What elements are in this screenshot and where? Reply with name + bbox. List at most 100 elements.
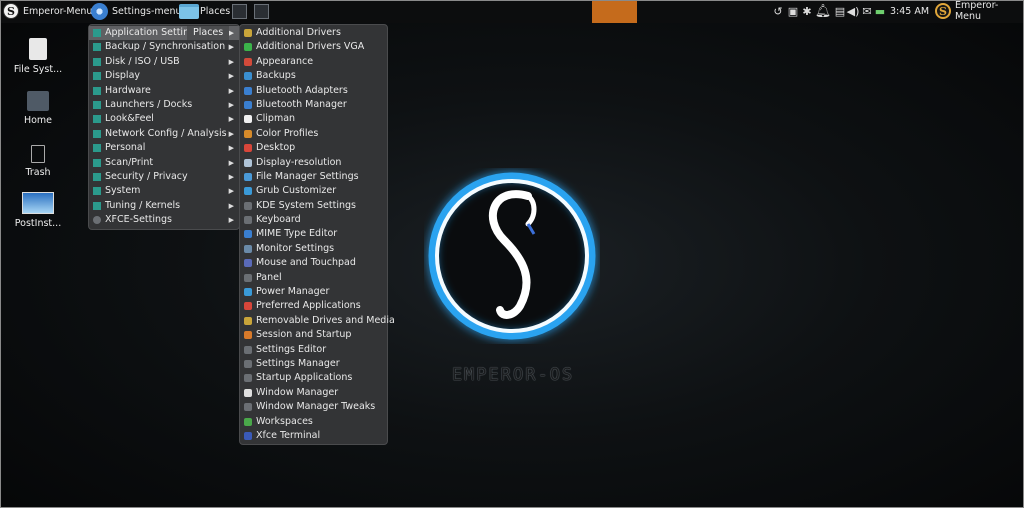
app-settings-item[interactable]: Preferred Applications (240, 299, 387, 313)
places-folder-icon (179, 3, 199, 19)
updater-icon[interactable]: ↺ (772, 4, 784, 18)
settings-menu-item[interactable]: Scan/Print ▶ (89, 156, 239, 170)
app-settings-item[interactable]: Grub Customizer (240, 184, 387, 198)
app-icon (244, 359, 252, 368)
settings-menu-item[interactable]: XFCE-Settings ▶ (89, 213, 239, 227)
app-settings-item[interactable]: Additional Drivers VGA (240, 40, 387, 54)
emperor-menu-button[interactable]: S Emperor-Menu (3, 0, 92, 22)
desktop-icon-postinstall[interactable]: PostInst... (10, 192, 66, 229)
app-icon (244, 158, 252, 167)
desktop-icon-label: Trash (25, 167, 51, 178)
settings-menu-item[interactable]: Look&Feel ▶ (89, 112, 239, 126)
app-settings-item-label: File Manager Settings (256, 170, 359, 182)
folder-icon (93, 43, 101, 52)
app-settings-item-label: Settings Editor (256, 343, 327, 355)
app-icon (244, 230, 252, 239)
app-settings-item-label: Keyboard (256, 214, 301, 226)
settings-menu-item[interactable]: Network Config / Analysis ▶ (89, 127, 239, 141)
network-icon[interactable]: ▣ (786, 4, 800, 18)
active-task-button[interactable] (592, 1, 637, 23)
app-settings-item[interactable]: Bluetooth Manager (240, 98, 387, 112)
app-settings-item[interactable]: Color Profiles (240, 127, 387, 141)
folder-icon (93, 129, 101, 138)
desktop-icon-filesystem[interactable]: File Syst... (10, 38, 66, 75)
app-settings-item[interactable]: Xfce Terminal (240, 429, 387, 443)
window-button-1[interactable] (232, 0, 247, 22)
emperor-menu-right-button[interactable]: S Emperor-Menu (935, 0, 1024, 22)
app-settings-item-label: Mouse and Touchpad (256, 257, 356, 269)
settings-menu-item[interactable]: Display ▶ (89, 69, 239, 83)
window-button-2[interactable] (254, 0, 269, 22)
app-settings-item[interactable]: Session and Startup (240, 328, 387, 342)
app-settings-item[interactable]: Desktop (240, 141, 387, 155)
app-settings-item[interactable]: Keyboard (240, 213, 387, 227)
app-settings-item[interactable]: Monitor Settings (240, 242, 387, 256)
clock-text: 3:45 AM (890, 5, 930, 17)
settings-gear-icon (91, 2, 108, 20)
app-settings-item[interactable]: Display-resolution (240, 156, 387, 170)
settings-menu-item[interactable]: Hardware ▶ (89, 84, 239, 98)
notification-bell-icon[interactable]: 🔔︎ (815, 4, 832, 19)
app-settings-item[interactable]: Clipman (240, 112, 387, 126)
mail-icon[interactable]: ✉ (861, 4, 873, 18)
app-icon (244, 129, 252, 138)
app-settings-item[interactable]: Power Manager (240, 285, 387, 299)
app-settings-item[interactable]: KDE System Settings (240, 199, 387, 213)
settings-menu-item-label: Scan/Print (105, 156, 154, 168)
settings-menu-item-label: Personal (105, 142, 146, 154)
settings-menu-item[interactable]: Backup / Synchronisation ▶ (89, 40, 239, 54)
app-icon (244, 331, 252, 340)
settings-menu-item[interactable]: Launchers / Docks ▶ (89, 98, 239, 112)
app-settings-item-label: Color Profiles (256, 127, 319, 139)
folder-icon (93, 187, 101, 196)
settings-menu-item[interactable]: Security / Privacy ▶ (89, 170, 239, 184)
settings-menu-label: Settings-menu (112, 5, 182, 17)
app-settings-item[interactable]: MIME Type Editor (240, 227, 387, 241)
submenu-arrow-icon: ▶ (228, 187, 234, 196)
settings-menu-item-label: Network Config / Analysis (105, 127, 227, 139)
clock[interactable]: 3:45 AM (890, 0, 929, 22)
desktop-icon-home[interactable]: Home (10, 91, 66, 126)
app-settings-item[interactable]: Bluetooth Adapters (240, 84, 387, 98)
volume-icon[interactable]: ◀) (847, 4, 860, 18)
keyboard-icon[interactable]: ▤ (835, 4, 845, 18)
desktop-icon-trash[interactable]: Trash (10, 145, 66, 178)
app-settings-item[interactable]: Additional Drivers (240, 26, 387, 40)
app-settings-item[interactable]: Settings Manager (240, 357, 387, 371)
settings-menu-item[interactable]: Personal ▶ (89, 141, 239, 155)
settings-menu-item[interactable]: Tuning / Kernels ▶ (89, 199, 239, 213)
settings-menu-item[interactable]: System ▶ (89, 184, 239, 198)
app-settings-item[interactable]: Panel (240, 271, 387, 285)
accessibility-icon[interactable]: ✱ (801, 4, 813, 18)
settings-menu-item-label: Display (105, 70, 141, 82)
trash-icon (31, 145, 45, 163)
app-settings-item[interactable]: Settings Editor (240, 343, 387, 357)
app-icon (244, 172, 252, 181)
app-settings-item[interactable]: Workspaces (240, 415, 387, 429)
submenu-arrow-icon: ▶ (228, 86, 234, 95)
battery-icon[interactable]: ▬ (874, 4, 886, 18)
submenu-arrow-icon: ▶ (228, 115, 234, 124)
app-settings-item[interactable]: Appearance (240, 55, 387, 69)
settings-menu-item[interactable]: Disk / ISO / USB ▶ (89, 55, 239, 69)
app-settings-item[interactable]: Window Manager Tweaks (240, 400, 387, 414)
app-settings-item[interactable]: Startup Applications (240, 371, 387, 385)
submenu-arrow-icon: ▶ (228, 201, 234, 210)
app-icon (244, 100, 252, 109)
app-settings-item[interactable]: Removable Drives and Media (240, 314, 395, 328)
settings-menu-item[interactable]: Application Settings ▶ Places (89, 26, 239, 41)
submenu-arrow-icon: ▶ (228, 57, 234, 66)
app-settings-item[interactable]: File Manager Settings (240, 170, 387, 184)
submenu-arrow-icon: ▶ (228, 216, 234, 225)
app-settings-item-label: Window Manager Tweaks (256, 401, 376, 413)
app-settings-item-label: Display-resolution (256, 156, 342, 168)
app-icon (244, 374, 252, 383)
settings-menu-button[interactable]: Settings-menu (91, 0, 182, 22)
app-settings-item[interactable]: Window Manager (240, 386, 387, 400)
app-settings-item-label: KDE System Settings (256, 199, 356, 211)
places-label: Places (200, 5, 231, 17)
app-settings-item[interactable]: Mouse and Touchpad (240, 256, 387, 270)
app-settings-item-label: Window Manager (256, 386, 339, 398)
app-settings-item[interactable]: Backups (240, 69, 387, 83)
places-button[interactable]: Places (179, 0, 230, 22)
